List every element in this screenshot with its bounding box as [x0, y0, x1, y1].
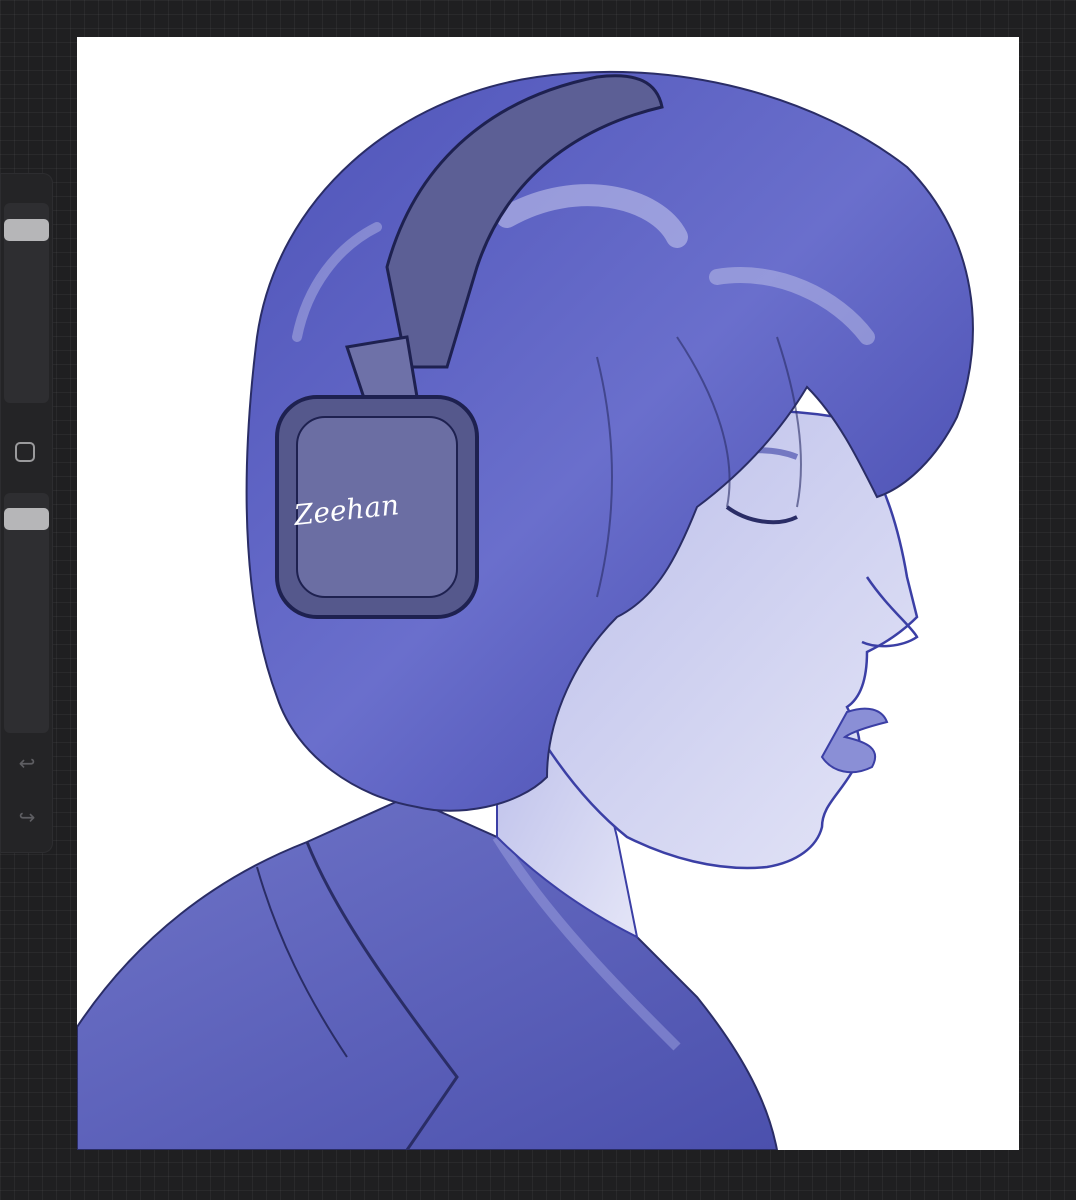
artwork: Zeehan [77, 70, 974, 1150]
tool-sidebar: ↩ ↪ [0, 173, 53, 853]
modify-button[interactable] [15, 442, 35, 462]
undo-button[interactable]: ↩ [13, 751, 41, 777]
redo-button[interactable]: ↪ [13, 805, 41, 831]
brush-size-slider[interactable] [4, 203, 49, 403]
opacity-slider[interactable] [4, 493, 49, 733]
undo-arrow-icon: ↩ [18, 753, 36, 775]
drawing-canvas[interactable]: Zeehan [77, 37, 1019, 1150]
brush-size-slider-thumb[interactable] [4, 219, 49, 241]
redo-arrow-icon: ↪ [18, 807, 36, 829]
opacity-slider-thumb[interactable] [4, 508, 49, 530]
